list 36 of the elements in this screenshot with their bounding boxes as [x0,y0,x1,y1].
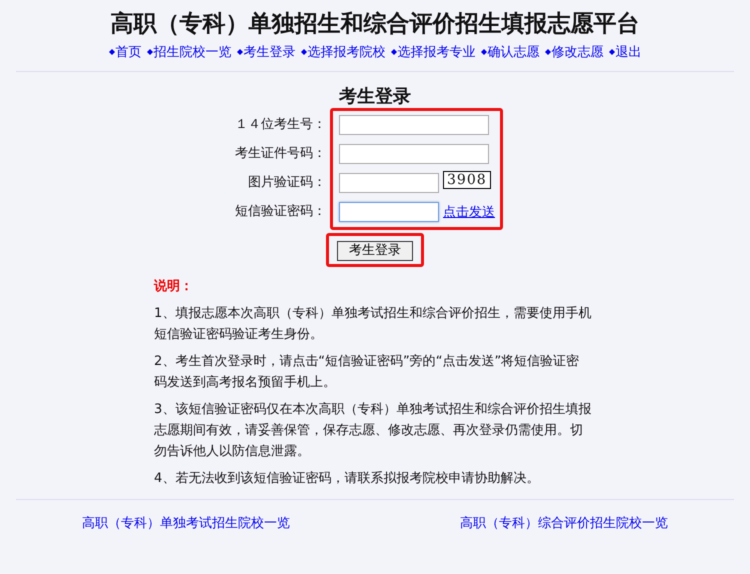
field-label: 短信验证密码： [235,203,326,221]
nav-link[interactable]: 确认志愿 [480,43,540,61]
diamond-icon [480,49,486,55]
diamond-icon [608,49,614,55]
nav-link[interactable]: 考生登录 [236,43,296,61]
footer-link[interactable]: 高职（专科）单独考试招生院校一览 [82,514,290,532]
input-field[interactable] [339,115,489,135]
diamond-icon [236,49,242,55]
diamond-icon [390,49,396,55]
note-paragraph: 2、考生首次登录时，请点击“短信验证密码”旁的“点击发送”将短信验证密码发送到高考报名预留手机上。 [154,353,580,392]
login-button[interactable]: 考生登录 [337,241,413,261]
notes-heading: 说明： [154,278,194,296]
note-paragraph: 4、若无法收到该短信验证密码，请联系拟报考院校申请协助解决。 [154,470,540,488]
diamond-icon [300,49,306,55]
nav-link[interactable]: 选择报考院校 [300,43,386,61]
nav-link[interactable]: 首页 [108,43,142,61]
note-paragraph: 1、填报志愿本次高职（专科）单独考试招生和综合评价招生，需要使用手机短信验证密码验证考生身份。 [154,305,592,344]
footer-link[interactable]: 高职（专科）综合评价招生院校一览 [460,514,668,532]
diamond-icon [108,49,114,55]
field-label: １４位考生号： [235,116,326,134]
nav-link[interactable]: 招生院校一览 [146,43,232,61]
nav-link[interactable]: 选择报考专业 [390,43,476,61]
field-label: 考生证件号码： [235,145,326,163]
send-code-link[interactable]: 点击发送 [443,203,495,221]
diamond-icon [544,49,550,55]
page-title: 高职（专科）单独招生和综合评价招生填报志愿平台 [110,10,640,39]
field-label: 图片验证码： [248,174,326,192]
nav-link[interactable]: 退出 [608,43,642,61]
input-field[interactable] [339,144,489,164]
diamond-icon [146,49,152,55]
captcha-image: 3908 [443,171,491,189]
login-heading: 考生登录 [338,86,412,108]
nav-link[interactable]: 修改志愿 [544,43,604,61]
input-field[interactable] [339,173,439,193]
note-paragraph: 3、该短信验证密码仅在本次高职（专科）单独考试招生和综合评价招生填报志愿期间有效，请妥善保管，保存志愿、修改志愿、再次登录仍需使用。切勿告诉他人以防信息泄露。 [154,401,592,461]
input-field[interactable] [339,202,439,222]
